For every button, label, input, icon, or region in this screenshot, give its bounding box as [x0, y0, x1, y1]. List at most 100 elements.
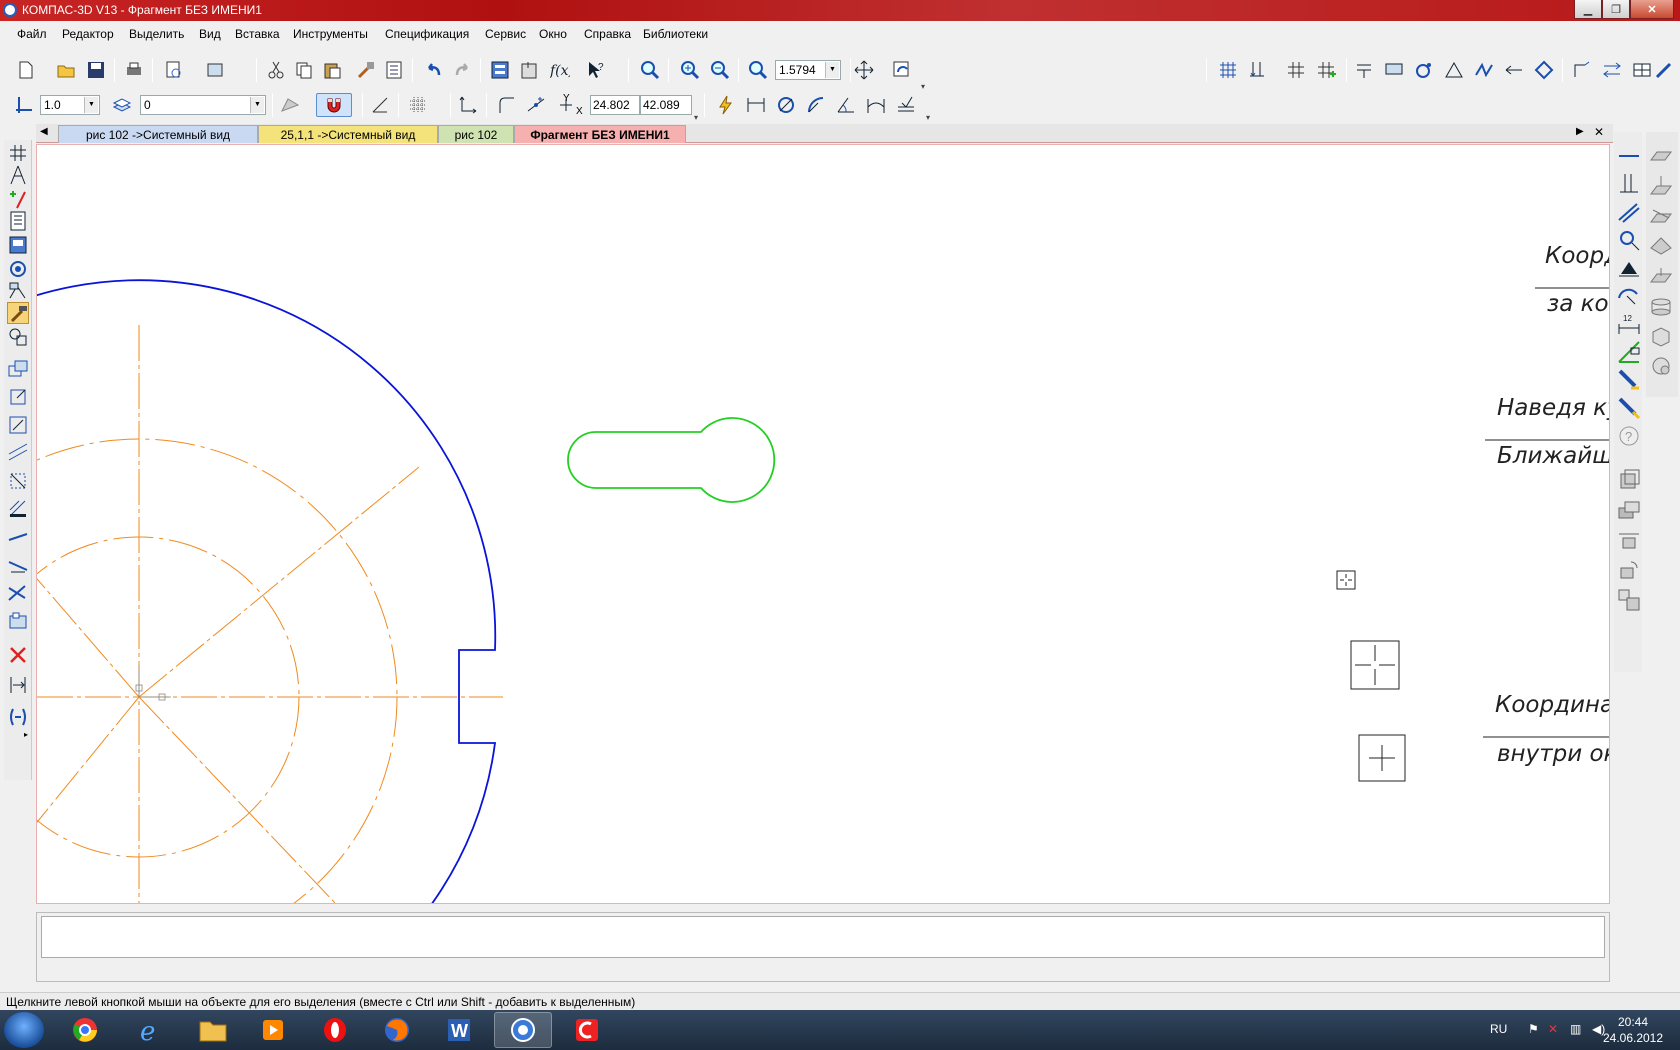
print-button[interactable] [122, 58, 146, 82]
measure-panel-button[interactable] [7, 258, 29, 280]
rotate-button[interactable] [7, 386, 29, 408]
menu-service[interactable]: Сервис [485, 27, 526, 41]
sphere-button[interactable] [1649, 354, 1673, 378]
tabs-scroll-right-icon[interactable]: ▶ [1576, 126, 1584, 137]
tab-ris102-system-view[interactable]: рис 102 ->Системный вид [58, 125, 258, 143]
vertical-tool-button[interactable] [1617, 172, 1641, 196]
menu-select[interactable]: Выделить [129, 27, 184, 41]
delete-button[interactable] [7, 644, 29, 666]
radius-button[interactable] [804, 93, 828, 117]
menu-window[interactable]: Окно [539, 27, 567, 41]
point-on-circle-button[interactable] [1412, 58, 1436, 82]
monitor-button[interactable] [1382, 58, 1406, 82]
arrows-button[interactable] [1600, 58, 1624, 82]
extend-button[interactable] [7, 582, 29, 604]
menu-help[interactable]: Справка [584, 27, 631, 41]
zigzag-button[interactable] [1472, 58, 1496, 82]
axes-button[interactable] [456, 93, 480, 117]
plane-1-button[interactable] [1649, 144, 1673, 168]
break-button[interactable] [7, 554, 29, 576]
close-button[interactable]: ✕ [1630, 0, 1674, 19]
leader-button[interactable] [1502, 58, 1526, 82]
properties-panel-content[interactable] [41, 916, 1605, 958]
manager-button[interactable] [488, 58, 512, 82]
tab-close-icon[interactable]: ✕ [1594, 125, 1604, 139]
library-manager-button[interactable] [518, 58, 542, 82]
geometry-panel-button[interactable] [7, 142, 29, 164]
fragment-panel-button[interactable] [7, 326, 29, 348]
cut-button[interactable] [264, 58, 288, 82]
linear-dimension-button[interactable] [744, 93, 768, 117]
help-button[interactable]: ? [1617, 424, 1641, 448]
spec-button[interactable] [1352, 58, 1376, 82]
new-document-button[interactable] [14, 58, 38, 82]
align-button[interactable] [7, 674, 29, 696]
properties-button[interactable] [382, 58, 406, 82]
flag-icon[interactable]: ⚑ [1528, 1022, 1539, 1036]
zoom-scale-button[interactable] [746, 58, 770, 82]
taskbar-app[interactable] [558, 1012, 616, 1048]
menu-libraries[interactable]: Библиотеки [643, 27, 708, 41]
pan-button[interactable] [852, 58, 876, 82]
copy-objects-button[interactable] [7, 498, 29, 520]
tab-fragment-active[interactable]: Фрагмент БЕЗ ИМЕНИ1 [514, 125, 686, 143]
view-3-button[interactable] [1617, 528, 1641, 552]
zoom-window-button[interactable] [638, 58, 662, 82]
diameter-button[interactable] [774, 93, 798, 117]
layer-field[interactable]: 0 ▼ [140, 95, 266, 115]
tabs-scroll-left-icon[interactable]: ◀ [40, 126, 48, 137]
round-button[interactable] [494, 93, 518, 117]
circle-tool-button[interactable] [1617, 228, 1641, 252]
dimension-button[interactable] [1246, 58, 1270, 82]
tab-25-1-1-system-view[interactable]: 25,1,1 ->Системный вид [258, 125, 438, 143]
toolbar-grip-3[interactable]: ▾ [926, 113, 930, 122]
menu-edit[interactable]: Редактор [62, 27, 114, 41]
menu-view[interactable]: Вид [199, 27, 221, 41]
menu-file[interactable]: Файл [17, 27, 47, 41]
add-snap-button[interactable] [1314, 58, 1338, 82]
parametrization-panel-button[interactable] [7, 234, 29, 256]
taskbar-explorer[interactable] [184, 1012, 242, 1048]
plane-3-button[interactable] [1649, 204, 1673, 228]
open-button[interactable] [54, 58, 78, 82]
snap-toggle-button[interactable] [316, 93, 352, 117]
view-1-button[interactable] [1617, 468, 1641, 492]
compact-toolbar-expand-icon[interactable]: ▸ [24, 730, 28, 739]
network-error-icon[interactable]: ✕ [1548, 1022, 1558, 1036]
table-button[interactable] [1630, 58, 1654, 82]
minimize-button[interactable]: ▁ [1574, 0, 1602, 19]
brush-2-button[interactable] [1617, 396, 1641, 420]
angle-button[interactable] [834, 93, 858, 117]
variables-button[interactable]: f(x) [548, 58, 572, 82]
toolbar-grip-2[interactable]: ▾ [694, 113, 698, 122]
local-cs-button[interactable] [12, 93, 36, 117]
taskbar-opera[interactable] [306, 1012, 364, 1048]
zoom-in-button[interactable] [678, 58, 702, 82]
trim-button[interactable] [7, 526, 29, 548]
taskbar-ie[interactable]: e [122, 1012, 180, 1048]
brush-tool-button[interactable] [1652, 58, 1676, 82]
notation-panel-button[interactable] [7, 188, 29, 210]
line-scale-field[interactable]: 1.0 ▼ [40, 95, 100, 115]
point-edit-button[interactable] [524, 93, 548, 117]
view-4-button[interactable] [1617, 558, 1641, 582]
clock[interactable]: 20:44 24.06.2012 [1598, 1014, 1668, 1046]
parallel-button[interactable] [7, 706, 29, 728]
point-tool-button[interactable] [1617, 256, 1641, 280]
sizes-panel-button[interactable] [7, 164, 29, 186]
layer-button[interactable] [110, 93, 134, 117]
scale-button[interactable] [7, 414, 29, 436]
coord-y-field[interactable]: 24.802 [590, 95, 640, 115]
undo-button[interactable] [422, 58, 446, 82]
export-button[interactable] [204, 58, 228, 82]
plane-2-button[interactable] [1649, 174, 1673, 198]
menu-tools[interactable]: Инструменты [293, 27, 368, 41]
snap-grid-button[interactable] [1284, 58, 1308, 82]
color-button[interactable] [278, 93, 302, 117]
maximize-button[interactable]: ❐ [1602, 0, 1630, 19]
parallel-tool-button[interactable] [1617, 200, 1641, 224]
menu-specification[interactable]: Спецификация [385, 27, 469, 41]
coord-x-field[interactable]: 42.089 [640, 95, 692, 115]
dim-tool-button[interactable]: 12 [1617, 312, 1641, 336]
select-panel-button[interactable] [7, 280, 29, 302]
